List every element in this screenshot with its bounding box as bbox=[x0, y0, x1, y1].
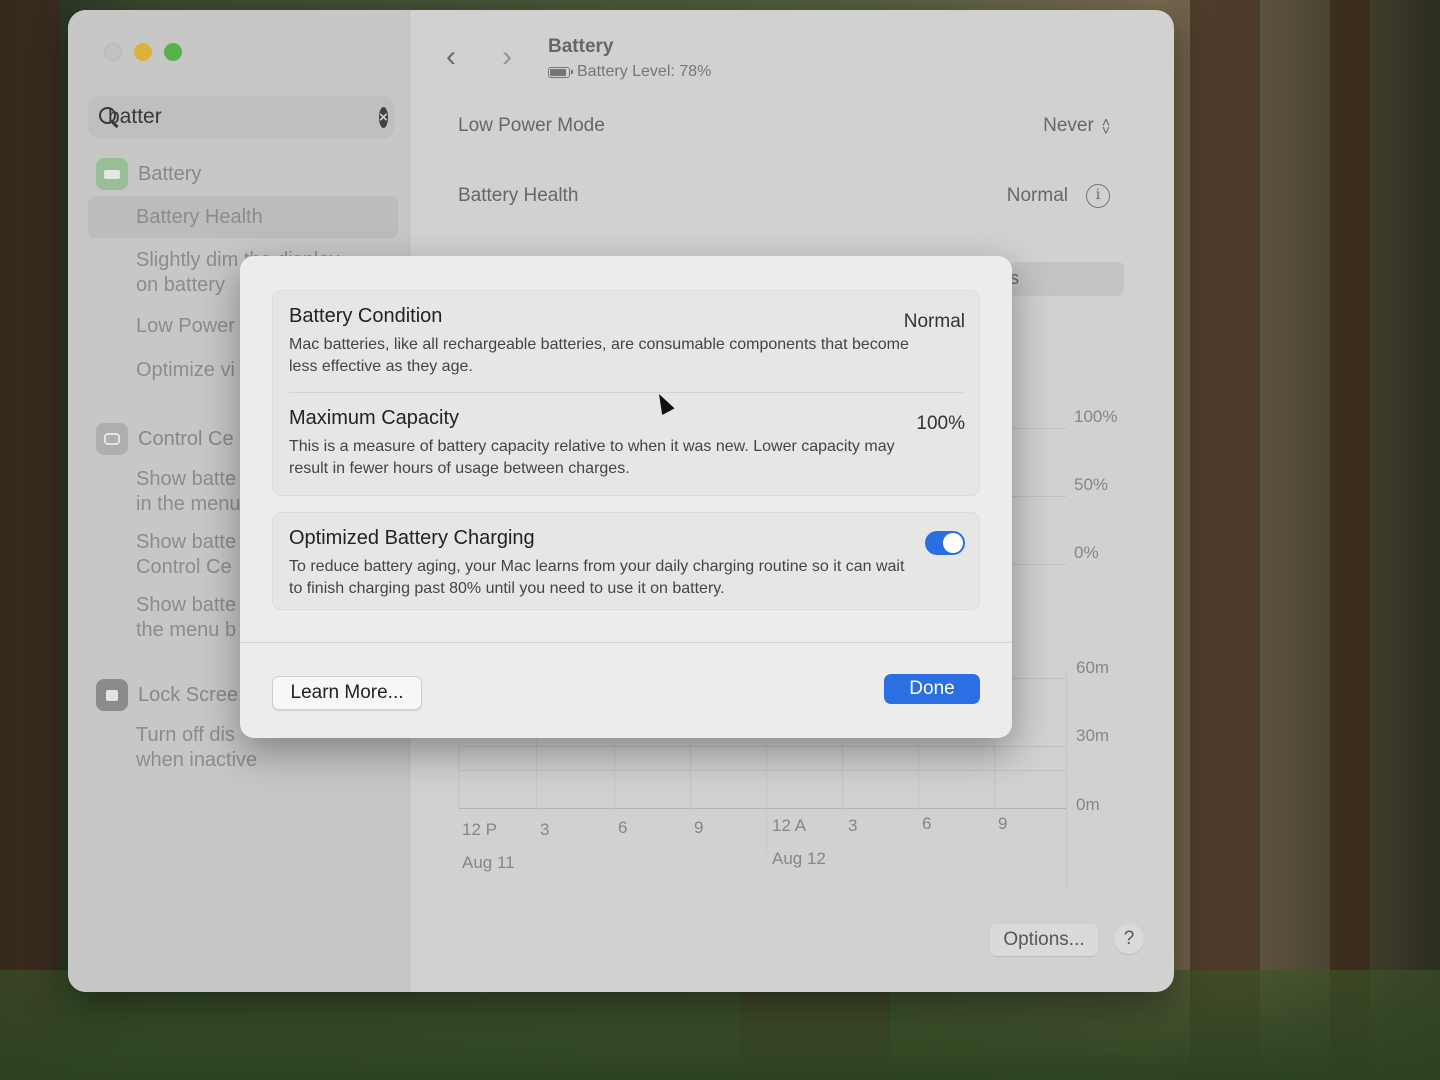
done-button[interactable]: Done bbox=[884, 674, 980, 704]
max-capacity-value: 100% bbox=[916, 413, 965, 434]
battery-condition-desc: Mac batteries, like all rechargeable bat… bbox=[289, 336, 909, 375]
divider bbox=[240, 642, 1012, 643]
battery-info-group: Battery Condition Normal Mac batteries, … bbox=[272, 290, 980, 496]
toggle-knob bbox=[943, 533, 963, 553]
max-capacity-row: Maximum Capacity 100% This is a measure … bbox=[273, 393, 979, 494]
max-capacity-desc: This is a measure of battery capacity re… bbox=[289, 438, 895, 477]
charging-group: Optimized Battery Charging To reduce bat… bbox=[272, 512, 980, 610]
optimized-charging-title: Optimized Battery Charging bbox=[289, 527, 535, 549]
battery-condition-value: Normal bbox=[903, 311, 965, 332]
battery-condition-row: Battery Condition Normal Mac batteries, … bbox=[273, 291, 979, 392]
optimized-charging-desc: To reduce battery aging, your Mac learns… bbox=[289, 558, 905, 597]
optimized-charging-toggle[interactable] bbox=[925, 531, 965, 555]
battery-condition-title: Battery Condition bbox=[289, 305, 443, 327]
battery-health-dialog: Battery Condition Normal Mac batteries, … bbox=[240, 256, 1012, 738]
optimized-charging-row: Optimized Battery Charging To reduce bat… bbox=[273, 513, 979, 614]
max-capacity-title: Maximum Capacity bbox=[289, 407, 460, 429]
learn-more-button[interactable]: Learn More... bbox=[272, 676, 422, 710]
